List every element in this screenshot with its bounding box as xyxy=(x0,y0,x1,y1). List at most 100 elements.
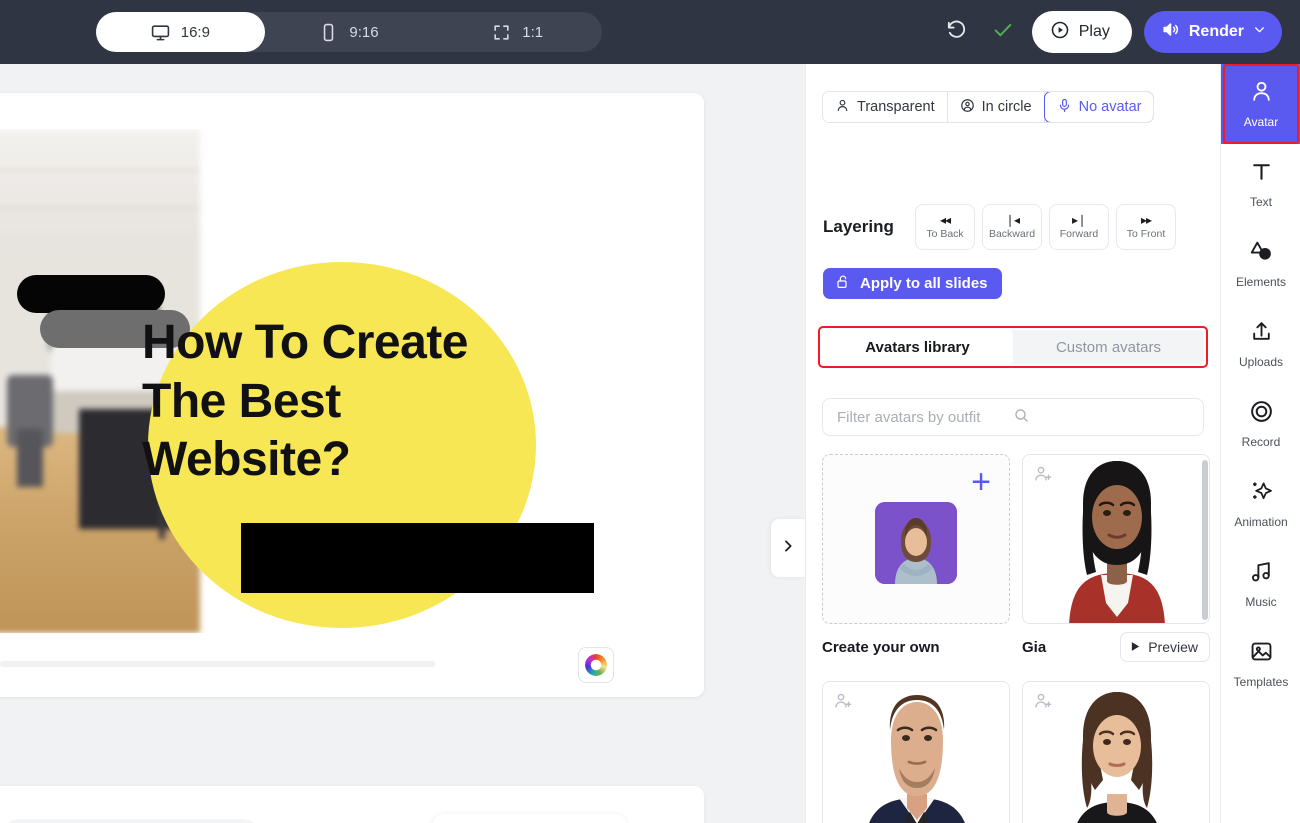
rail-item-music-label: Music xyxy=(1245,595,1277,609)
add-person-icon[interactable] xyxy=(1033,691,1053,716)
tab-upload-voice[interactable]: Upload voice xyxy=(0,819,139,823)
undo-icon xyxy=(945,18,968,46)
record-icon xyxy=(1249,399,1274,429)
avatars-grid: + Create your own Gia Preview xyxy=(822,454,1220,823)
rail-item-avatar[interactable]: Avatar xyxy=(1221,64,1300,144)
play-label: Play xyxy=(1078,23,1110,40)
avatars-scrollbar[interactable] xyxy=(1202,460,1208,620)
rail-item-text-label: Text xyxy=(1249,195,1272,209)
avatar-name-gia: Gia xyxy=(1022,638,1047,656)
shape-pill-black[interactable] xyxy=(17,275,165,313)
rail-item-templates[interactable]: Templates xyxy=(1221,624,1300,704)
editor-stage: How To Create The Best Website? xyxy=(0,64,805,823)
rail-item-text[interactable]: Text xyxy=(1221,144,1300,224)
tab-no-speech[interactable]: No speech xyxy=(139,819,263,823)
avatar-card-gia[interactable]: Gia Preview xyxy=(1022,454,1210,663)
upload-icon xyxy=(1249,319,1274,349)
render-button[interactable]: Render xyxy=(1143,11,1282,53)
layer-to-front-label: To Front xyxy=(1126,228,1166,240)
aspect-ratio-1-1[interactable]: 1:1 xyxy=(433,12,602,52)
voice-settings-card: Upload voice No speech Aria (US) xyxy=(0,786,704,823)
avatar-mode-no-avatar[interactable]: No avatar xyxy=(1043,92,1154,122)
avatar-tabs: Avatars library Custom avatars xyxy=(822,330,1204,364)
gia-preview-button[interactable]: Preview xyxy=(1120,632,1210,662)
create-your-own-preview-image xyxy=(875,502,957,584)
backward-icon: ❘◂ xyxy=(1004,213,1020,227)
avatar-panel: Transparent In circle No avatar Layering… xyxy=(805,64,1220,823)
shape-black-bar[interactable] xyxy=(241,523,594,593)
play-button[interactable]: Play xyxy=(1031,11,1132,53)
slide-canvas[interactable]: How To Create The Best Website? xyxy=(0,129,704,633)
chevron-right-icon xyxy=(780,538,796,559)
aspect-ratio-9-16[interactable]: 9:16 xyxy=(265,12,434,52)
render-label: Render xyxy=(1188,23,1244,40)
avatar-mode-in-circle-label: In circle xyxy=(981,99,1032,115)
rail-item-elements-label: Elements xyxy=(1235,275,1287,289)
avatar-card-amber[interactable]: Amber Preview xyxy=(1022,681,1210,823)
add-person-icon[interactable] xyxy=(833,691,853,716)
rail-item-elements[interactable]: Elements xyxy=(1221,224,1300,304)
rail-item-record[interactable]: Record xyxy=(1221,384,1300,464)
top-toolbar: 16:9 9:16 1:1 Play Render xyxy=(0,0,1300,64)
avatar-name-create-your-own: Create your own xyxy=(822,638,940,656)
search-icon[interactable] xyxy=(1013,407,1189,428)
gia-thumbnail[interactable] xyxy=(1022,454,1210,624)
layering-label: Layering xyxy=(823,217,894,236)
voice-selector[interactable]: Aria (US) xyxy=(432,814,627,823)
tab-custom-avatars[interactable]: Custom avatars xyxy=(1013,330,1204,364)
amber-thumbnail[interactable] xyxy=(1022,681,1210,823)
person-icon xyxy=(1249,79,1274,109)
speaker-icon xyxy=(1161,20,1180,44)
avatar-mode-transparent[interactable]: Transparent xyxy=(823,92,948,122)
chevron-down-icon xyxy=(1253,23,1266,41)
layer-backward-button[interactable]: ❘◂ Backward xyxy=(982,204,1042,250)
add-person-icon[interactable] xyxy=(1033,464,1053,489)
music-note-icon xyxy=(1249,559,1274,589)
aspect-ratio-group: 16:9 9:16 1:1 xyxy=(96,12,602,52)
monitor-icon xyxy=(151,23,170,42)
create-your-own-thumbnail[interactable]: + xyxy=(822,454,1010,624)
color-wheel-icon xyxy=(585,654,607,676)
layer-to-front-button[interactable]: ▸▸ To Front xyxy=(1116,204,1176,250)
gia-row: Gia Preview xyxy=(1022,631,1210,663)
avatar-card-max[interactable]: Max Preview xyxy=(822,681,1010,823)
layer-to-back-button[interactable]: ◂◂ To Back xyxy=(915,204,975,250)
rail-item-templates-label: Templates xyxy=(1233,675,1289,689)
tab-avatars-library-label: Avatars library xyxy=(865,338,970,356)
rail-item-uploads-label: Uploads xyxy=(1238,355,1284,369)
aspect-ratio-16-9[interactable]: 16:9 xyxy=(96,12,265,52)
undo-button[interactable] xyxy=(940,15,974,49)
rail-item-animation[interactable]: Animation xyxy=(1221,464,1300,544)
panel-collapse-handle[interactable] xyxy=(771,519,805,577)
rail-item-music[interactable]: Music xyxy=(1221,544,1300,624)
text-icon xyxy=(1249,159,1274,189)
checkmark-icon xyxy=(992,19,1014,46)
person-circle-icon xyxy=(960,98,975,117)
rail-item-record-label: Record xyxy=(1241,435,1281,449)
apply-to-all-slides-button[interactable]: Apply to all slides xyxy=(823,268,1002,299)
avatar-mode-in-circle[interactable]: In circle xyxy=(947,92,1045,122)
unlock-icon xyxy=(835,274,851,294)
aspect-ratio-1-1-label: 1:1 xyxy=(522,23,544,41)
layering-controls: Layering ◂◂ To Back ❘◂ Backward ▸❘ Forwa… xyxy=(823,204,1205,250)
app-root: 16:9 9:16 1:1 Play Render How To Create … xyxy=(0,0,1300,823)
avatar-filter-input[interactable]: Filter avatars by outfit xyxy=(822,398,1204,436)
avatar-mode-transparent-label: Transparent xyxy=(857,99,935,115)
layer-forward-button[interactable]: ▸❘ Forward xyxy=(1049,204,1109,250)
avatar-mode-segmented-control: Transparent In circle No avatar xyxy=(822,91,1155,123)
color-picker-button[interactable] xyxy=(578,647,614,683)
timeline-progress-bar[interactable] xyxy=(0,661,435,667)
gia-preview-label: Preview xyxy=(1148,639,1198,655)
max-thumbnail[interactable] xyxy=(822,681,1010,823)
aspect-ratio-9-16-label: 9:16 xyxy=(349,23,379,41)
timeline-progress-fill xyxy=(0,661,435,667)
slide-headline[interactable]: How To Create The Best Website? xyxy=(142,314,492,490)
to-front-icon: ▸▸ xyxy=(1140,213,1152,227)
tab-avatars-library[interactable]: Avatars library xyxy=(822,330,1013,364)
layer-forward-label: Forward xyxy=(1059,228,1099,240)
topbar-actions: Play Render xyxy=(940,0,1282,64)
microphone-icon xyxy=(1057,98,1072,117)
rail-item-uploads[interactable]: Uploads xyxy=(1221,304,1300,384)
avatar-card-create-your-own[interactable]: + Create your own xyxy=(822,454,1010,663)
avatar-mode-no-avatar-label: No avatar xyxy=(1078,99,1142,115)
